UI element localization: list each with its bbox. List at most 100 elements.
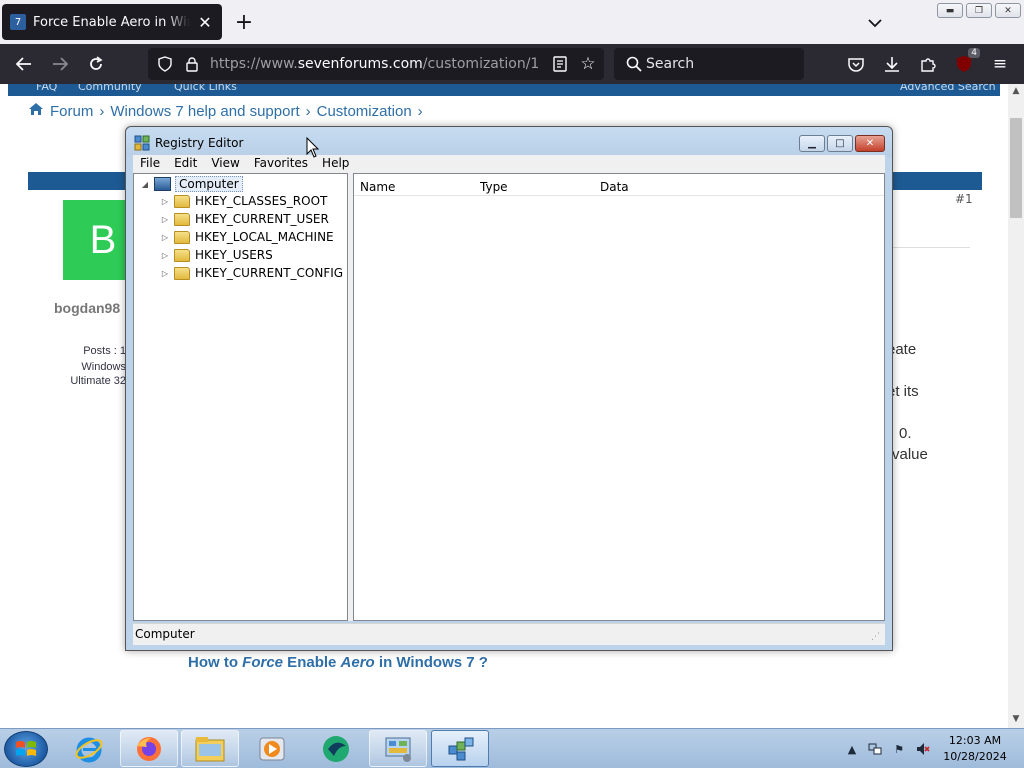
post-title-link[interactable]: How to Force Enable Aero in Windows 7 ?	[188, 654, 488, 671]
post-text-line: 0.	[899, 425, 912, 442]
tree-label[interactable]: HKEY_CURRENT_USER	[195, 212, 329, 226]
ublock-origin-icon[interactable]: 4	[952, 48, 980, 76]
tree-label-computer[interactable]: Computer	[175, 176, 243, 192]
show-hidden-icons-icon[interactable]: ▲	[845, 742, 859, 756]
lock-icon[interactable]	[180, 52, 204, 76]
tree-label[interactable]: HKEY_CLASSES_ROOT	[195, 194, 327, 208]
registry-values-pane[interactable]: Name Type Data	[353, 173, 885, 621]
start-button[interactable]	[4, 731, 48, 767]
tree-node-hkey-classes-root[interactable]: ▷ HKEY_CLASSES_ROOT	[160, 194, 327, 208]
scroll-down-icon[interactable]: ▼	[1008, 712, 1024, 726]
clock[interactable]: 12:03 AM 10/28/2024	[940, 733, 1010, 765]
folder-icon	[174, 194, 190, 208]
page-scrollbar[interactable]: ▲ ▼	[1008, 84, 1024, 728]
close-tab-icon[interactable]: ✕	[196, 13, 214, 32]
breadcrumb-customization[interactable]: Customization	[317, 103, 412, 120]
control-panel-icon	[385, 737, 411, 762]
reader-view-icon[interactable]	[548, 52, 572, 76]
maximize-icon[interactable]: □	[827, 135, 853, 152]
close-window-icon[interactable]: ✕	[995, 3, 1021, 18]
tree-label[interactable]: HKEY_CURRENT_CONFIG	[195, 266, 343, 280]
taskbar-firefox[interactable]	[120, 730, 178, 767]
taskbar-windows-explorer[interactable]	[181, 730, 239, 767]
scroll-up-icon[interactable]: ▲	[1008, 84, 1024, 98]
regedit-title-bar[interactable]: Registry Editor ▁ □ ✕	[126, 127, 892, 157]
minimize-icon[interactable]: ▁	[799, 135, 825, 152]
tree-node-hkey-current-config[interactable]: ▷ HKEY_CURRENT_CONFIG	[160, 266, 343, 280]
registry-tree-pane[interactable]: ◢ Computer ▷ HKEY_CLASSES_ROOT ▷ HKEY_CU…	[133, 173, 348, 621]
regedit-app-icon	[134, 135, 150, 151]
post-number[interactable]: #1	[955, 192, 973, 206]
nav-link-advanced-search[interactable]: Advanced Search	[900, 84, 996, 93]
hamburger-menu-icon[interactable]: ≡	[988, 52, 1012, 76]
menu-favorites[interactable]: Favorites	[247, 155, 315, 173]
restore-window-icon[interactable]: ❐	[966, 3, 992, 18]
back-arrow-icon[interactable]	[12, 52, 36, 76]
bookmark-star-icon[interactable]: ☆	[576, 52, 600, 76]
forum-nav-strip: FAQ Community Quick Links Advanced Searc…	[8, 84, 1000, 96]
breadcrumb: Forum › Windows 7 help and support › Cus…	[28, 102, 423, 120]
menu-help[interactable]: Help	[315, 155, 356, 173]
url-path: /customization/192478-force-enable-aero	[422, 56, 540, 72]
reload-icon[interactable]	[84, 52, 108, 76]
ublock-badge: 4	[968, 48, 980, 58]
tree-label[interactable]: HKEY_USERS	[195, 248, 273, 262]
breadcrumb-forum[interactable]: Forum	[50, 103, 93, 120]
tree-node-hkey-users[interactable]: ▷ HKEY_USERS	[160, 248, 273, 262]
collapsed-arrow-icon[interactable]: ▷	[160, 215, 170, 224]
column-header-type[interactable]: Type	[474, 174, 594, 196]
network-icon[interactable]	[868, 742, 882, 756]
chevron-down-icon[interactable]	[864, 12, 886, 34]
url-text[interactable]: https://www.sevenforums.com/customizatio…	[210, 56, 540, 72]
shield-icon[interactable]	[153, 52, 177, 76]
tree-node-hkey-current-user[interactable]: ▷ HKEY_CURRENT_USER	[160, 212, 329, 226]
scroll-thumb[interactable]	[1010, 118, 1022, 218]
extensions-puzzle-icon[interactable]	[916, 52, 940, 76]
collapsed-arrow-icon[interactable]: ▷	[160, 251, 170, 260]
collapsed-arrow-icon[interactable]: ▷	[160, 233, 170, 242]
taskbar-control-panel[interactable]	[369, 730, 427, 767]
url-bar[interactable]: https://www.sevenforums.com/customizatio…	[148, 48, 604, 80]
taskbar-registry-editor[interactable]	[431, 730, 489, 767]
search-bar[interactable]: Search	[614, 48, 804, 80]
downloads-icon[interactable]	[880, 52, 904, 76]
collapsed-arrow-icon[interactable]: ▷	[160, 269, 170, 278]
minimize-window-icon[interactable]: ▬	[937, 3, 963, 18]
volume-muted-icon[interactable]	[916, 742, 930, 756]
registry-editor-window[interactable]: Registry Editor ▁ □ ✕ File Edit View Fav…	[125, 126, 893, 651]
title-part: How to	[188, 654, 243, 671]
expanded-arrow-icon[interactable]: ◢	[140, 180, 150, 189]
menu-view[interactable]: View	[204, 155, 246, 173]
column-header-name[interactable]: Name	[354, 174, 474, 196]
browser-tab-bar: 7 Force Enable Aero in Windows 7 ✕ + ▬ ❐…	[0, 0, 1024, 44]
collapsed-arrow-icon[interactable]: ▷	[160, 197, 170, 206]
resize-grip-icon[interactable]: ⋰	[871, 632, 881, 642]
taskbar-internet-explorer[interactable]	[60, 730, 118, 767]
username[interactable]: bogdan98	[54, 300, 120, 316]
browser-tab[interactable]: 7 Force Enable Aero in Windows 7 ✕	[2, 4, 222, 40]
home-icon[interactable]	[28, 102, 44, 120]
nav-link-faq[interactable]: FAQ	[36, 84, 57, 93]
nav-link-quick-links[interactable]: Quick Links	[174, 84, 237, 93]
menu-edit[interactable]: Edit	[167, 155, 204, 173]
taskbar-media-player[interactable]	[243, 730, 301, 767]
new-tab-icon[interactable]: +	[232, 10, 256, 35]
media-player-icon	[259, 737, 285, 760]
action-center-flag-icon[interactable]: ⚑	[892, 742, 906, 756]
close-icon[interactable]: ✕	[855, 135, 885, 152]
tree-node-computer[interactable]: ◢ Computer	[140, 176, 243, 192]
regedit-menu-bar: File Edit View Favorites Help	[133, 155, 885, 173]
pocket-icon[interactable]	[844, 52, 868, 76]
tree-node-hkey-local-machine[interactable]: ▷ HKEY_LOCAL_MACHINE	[160, 230, 334, 244]
breadcrumb-windows7-help[interactable]: Windows 7 help and support	[110, 103, 299, 120]
status-path: Computer	[135, 627, 195, 641]
taskbar-app-green[interactable]	[307, 730, 365, 767]
user-os: Windows	[81, 361, 126, 373]
column-header-data[interactable]: Data	[594, 174, 884, 196]
nav-link-community[interactable]: Community	[78, 84, 142, 93]
search-input[interactable]: Search	[646, 56, 694, 72]
menu-file[interactable]: File	[133, 155, 167, 173]
tree-label[interactable]: HKEY_LOCAL_MACHINE	[195, 230, 334, 244]
forward-arrow-icon[interactable]	[48, 52, 72, 76]
windows-logo-icon	[16, 741, 36, 756]
